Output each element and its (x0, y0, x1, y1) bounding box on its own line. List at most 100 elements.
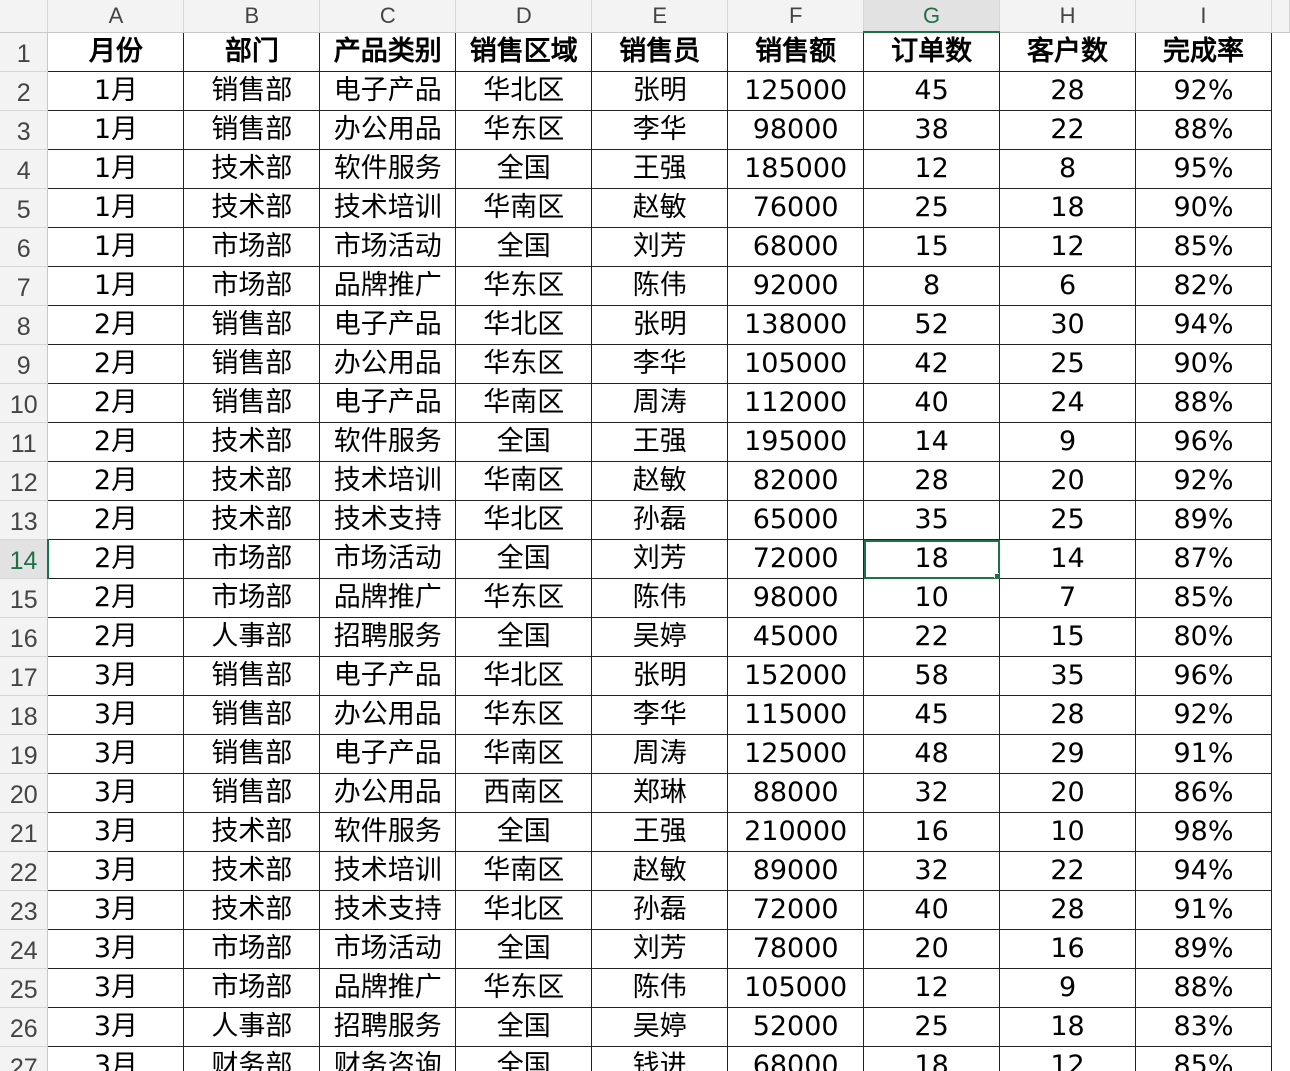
cell-e13[interactable]: 孙磊 (591, 500, 729, 540)
cell-c5[interactable]: 技术培训 (319, 188, 457, 228)
cell-e9[interactable]: 李华 (591, 344, 729, 384)
cell-f2[interactable]: 125000 (727, 71, 865, 111)
cell-d20[interactable]: 西南区 (455, 773, 593, 813)
row-header-1[interactable]: 1 (0, 32, 49, 72)
row-header-5[interactable]: 5 (0, 188, 49, 228)
cell-a27[interactable]: 3月 (47, 1046, 185, 1071)
cell-c21[interactable]: 软件服务 (319, 812, 457, 852)
cell-d3[interactable]: 华东区 (455, 110, 593, 150)
cell-h20[interactable]: 20 (999, 773, 1137, 813)
row-header-25[interactable]: 25 (0, 968, 49, 1008)
cell-b21[interactable]: 技术部 (183, 812, 321, 852)
cell-h19[interactable]: 29 (999, 734, 1137, 774)
cell-b27[interactable]: 财务部 (183, 1046, 321, 1071)
cell-h4[interactable]: 8 (999, 149, 1137, 189)
cell-a7[interactable]: 1月 (47, 266, 185, 306)
cell-c27[interactable]: 财务咨询 (319, 1046, 457, 1071)
cell-i22[interactable]: 94% (1135, 851, 1272, 891)
cell-d19[interactable]: 华南区 (455, 734, 593, 774)
row-header-15[interactable]: 15 (0, 578, 49, 618)
cell-b23[interactable]: 技术部 (183, 890, 321, 930)
cell-b15[interactable]: 市场部 (183, 578, 321, 618)
header-cell-i[interactable]: 完成率 (1135, 31, 1272, 72)
cell-a11[interactable]: 2月 (47, 422, 185, 462)
cell-f26[interactable]: 52000 (727, 1007, 865, 1047)
column-header-i[interactable]: I (1135, 0, 1272, 33)
row-header-14[interactable]: 14 (0, 539, 49, 579)
cell-b18[interactable]: 销售部 (183, 695, 321, 735)
cell-f10[interactable]: 112000 (727, 383, 865, 423)
cell-b24[interactable]: 市场部 (183, 929, 321, 969)
cell-e14[interactable]: 刘芳 (591, 539, 729, 579)
cell-i23[interactable]: 91% (1135, 890, 1272, 930)
cell-c16[interactable]: 招聘服务 (319, 617, 457, 657)
cell-e5[interactable]: 赵敏 (591, 188, 729, 228)
empty-cell[interactable] (1271, 306, 1289, 345)
row-header-16[interactable]: 16 (0, 617, 49, 657)
cell-a20[interactable]: 3月 (47, 773, 185, 813)
cell-e6[interactable]: 刘芳 (591, 227, 729, 267)
cell-b6[interactable]: 市场部 (183, 227, 321, 267)
cell-e20[interactable]: 郑琳 (591, 773, 729, 813)
cell-i20[interactable]: 86% (1135, 773, 1272, 813)
row-header-10[interactable]: 10 (0, 383, 49, 423)
cell-c25[interactable]: 品牌推广 (319, 968, 457, 1008)
cell-h12[interactable]: 20 (999, 461, 1137, 501)
empty-cell[interactable] (1271, 618, 1289, 657)
row-header-3[interactable]: 3 (0, 110, 49, 150)
row-header-23[interactable]: 23 (0, 890, 49, 930)
cell-b7[interactable]: 市场部 (183, 266, 321, 306)
empty-cell[interactable] (1271, 657, 1289, 696)
cell-g13[interactable]: 35 (863, 500, 1001, 540)
column-header-g[interactable]: G (863, 0, 1001, 33)
cell-e21[interactable]: 王强 (591, 812, 729, 852)
empty-cell[interactable] (1271, 72, 1289, 111)
cell-c3[interactable]: 办公用品 (319, 110, 457, 150)
cell-h11[interactable]: 9 (999, 422, 1137, 462)
cell-f11[interactable]: 195000 (727, 422, 865, 462)
cell-b14[interactable]: 市场部 (183, 539, 321, 579)
cell-h15[interactable]: 7 (999, 578, 1137, 618)
column-header-h[interactable]: H (999, 0, 1137, 33)
row-header-9[interactable]: 9 (0, 344, 49, 384)
cell-g18[interactable]: 45 (863, 695, 1001, 735)
cell-g10[interactable]: 40 (863, 383, 1001, 423)
empty-cell[interactable] (1271, 813, 1289, 852)
cell-g27[interactable]: 18 (863, 1046, 1001, 1071)
cell-c15[interactable]: 品牌推广 (319, 578, 457, 618)
header-cell-f[interactable]: 销售额 (727, 31, 865, 72)
cell-e11[interactable]: 王强 (591, 422, 729, 462)
cell-d11[interactable]: 全国 (455, 422, 593, 462)
cell-b17[interactable]: 销售部 (183, 656, 321, 696)
empty-cell[interactable] (1271, 32, 1289, 72)
row-header-24[interactable]: 24 (0, 929, 49, 969)
cell-h26[interactable]: 18 (999, 1007, 1137, 1047)
cell-d16[interactable]: 全国 (455, 617, 593, 657)
cell-i24[interactable]: 89% (1135, 929, 1272, 969)
cell-i2[interactable]: 92% (1135, 71, 1272, 111)
column-header-a[interactable]: A (47, 0, 185, 33)
cell-i12[interactable]: 92% (1135, 461, 1272, 501)
cell-a2[interactable]: 1月 (47, 71, 185, 111)
cell-d2[interactable]: 华北区 (455, 71, 593, 111)
cell-c6[interactable]: 市场活动 (319, 227, 457, 267)
cell-e18[interactable]: 李华 (591, 695, 729, 735)
cell-f17[interactable]: 152000 (727, 656, 865, 696)
empty-cell[interactable] (1271, 969, 1289, 1008)
cell-a14[interactable]: 2月 (47, 539, 185, 579)
cell-f7[interactable]: 92000 (727, 266, 865, 306)
cell-a22[interactable]: 3月 (47, 851, 185, 891)
cell-f13[interactable]: 65000 (727, 500, 865, 540)
cell-b2[interactable]: 销售部 (183, 71, 321, 111)
cell-a18[interactable]: 3月 (47, 695, 185, 735)
cell-e4[interactable]: 王强 (591, 149, 729, 189)
cell-d6[interactable]: 全国 (455, 227, 593, 267)
row-header-17[interactable]: 17 (0, 656, 49, 696)
cell-c17[interactable]: 电子产品 (319, 656, 457, 696)
cell-h18[interactable]: 28 (999, 695, 1137, 735)
cell-h16[interactable]: 15 (999, 617, 1137, 657)
cell-i5[interactable]: 90% (1135, 188, 1272, 228)
cell-e15[interactable]: 陈伟 (591, 578, 729, 618)
cell-i26[interactable]: 83% (1135, 1007, 1272, 1047)
cell-b9[interactable]: 销售部 (183, 344, 321, 384)
